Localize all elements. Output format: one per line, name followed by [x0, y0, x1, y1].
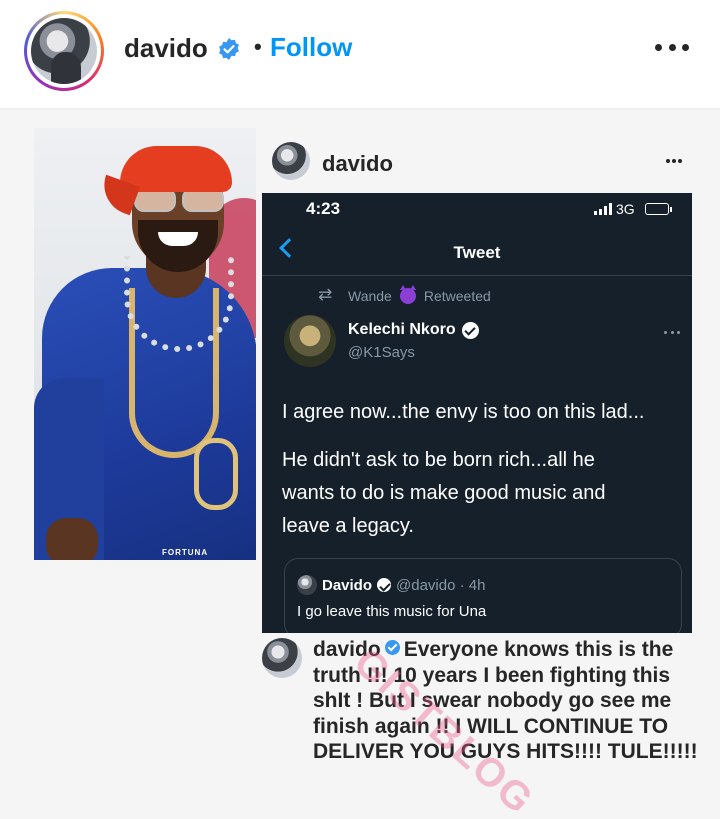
- separator-dot: •: [254, 34, 262, 59]
- person-photo: FORTUNA: [34, 128, 256, 560]
- avatar[interactable]: [24, 11, 104, 91]
- caption-avatar: [262, 638, 302, 678]
- post-username[interactable]: davido: [124, 33, 208, 64]
- tweet-line: I agree now...the envy is too on this la…: [282, 401, 645, 423]
- status-time: 4:23: [306, 199, 341, 218]
- quoted-tweet: Davido @davido · 4h I go leave this musi…: [284, 558, 682, 633]
- signal-icon: [594, 203, 612, 215]
- tweet-body: I agree now...the envy is too on this la…: [282, 396, 682, 543]
- more-options-icon[interactable]: [655, 44, 689, 56]
- quoted-text: I go leave this music for Una: [297, 603, 487, 620]
- caption: davido Everyone knows this is the truth !…: [313, 637, 705, 765]
- embedded-more-icon: [666, 159, 682, 165]
- post-image[interactable]: FORTUNA davido 4:23 3G Tweet Wande Retwe…: [0, 110, 720, 819]
- verified-badge-icon: [377, 578, 392, 592]
- quoted-handle: @davido · 4h: [396, 576, 486, 594]
- tweet-author-name: Kelechi Nkoro: [348, 321, 456, 338]
- verified-badge-icon: [384, 640, 400, 655]
- tweet-screenshot: 4:23 3G Tweet Wande Retweeted Kelechi Nk…: [262, 193, 692, 633]
- embedded-username: davido: [322, 151, 393, 176]
- devil-emoji-icon: [399, 285, 416, 304]
- tweet-author: Kelechi Nkoro: [348, 321, 479, 339]
- tweet-line: leave a legacy.: [282, 515, 414, 537]
- embedded-avatar: [272, 142, 310, 180]
- post-header: davido • Follow: [0, 0, 720, 108]
- network-label: 3G: [616, 201, 635, 217]
- tweet-author-handle: @K1Says: [348, 344, 415, 361]
- caption-username: davido: [313, 638, 381, 661]
- tweet-more-icon: [664, 331, 680, 335]
- tweet-author-avatar: [284, 315, 336, 367]
- photo-watermark: FORTUNA: [162, 548, 209, 557]
- follow-button[interactable]: Follow: [270, 32, 352, 63]
- retweet-line: Wande Retweeted: [318, 285, 491, 305]
- verified-badge-icon: [461, 321, 479, 339]
- tweet-line: He didn't ask to be born rich...all he: [282, 449, 595, 471]
- battery-icon: [644, 203, 672, 215]
- status-indicators: 3G: [594, 201, 672, 217]
- quoted-name: Davido: [322, 576, 373, 594]
- tweet-line: wants to do is make good music and: [282, 482, 606, 504]
- retweet-user: Wande: [348, 288, 392, 304]
- retweet-icon: [318, 285, 340, 305]
- tweet-nav-title: Tweet: [453, 243, 501, 262]
- embedded-post-header: davido: [262, 132, 692, 202]
- quoted-tweet-header: Davido @davido · 4h: [297, 575, 485, 595]
- retweet-label: Retweeted: [423, 288, 491, 304]
- verified-badge-icon: [219, 38, 239, 60]
- profile-photo: [31, 18, 97, 84]
- quoted-avatar: [297, 575, 317, 595]
